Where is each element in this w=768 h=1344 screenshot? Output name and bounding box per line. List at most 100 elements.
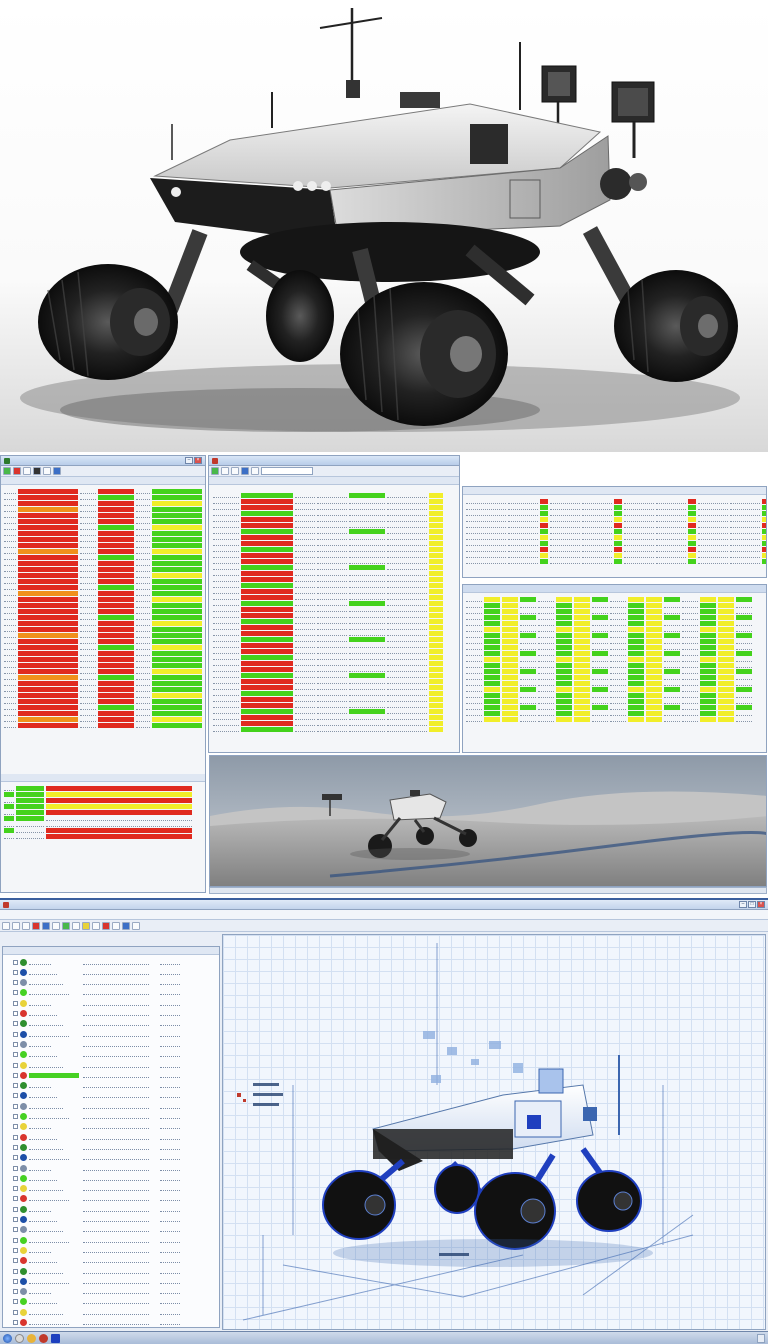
zoom-icon[interactable] bbox=[52, 921, 60, 930]
expand-icon[interactable] bbox=[13, 1175, 18, 1181]
tree-row[interactable] bbox=[3, 1142, 219, 1152]
expand-icon[interactable] bbox=[13, 1041, 18, 1047]
tree-row[interactable] bbox=[3, 1101, 219, 1111]
expand-icon[interactable] bbox=[13, 990, 18, 996]
new-file-icon[interactable] bbox=[2, 921, 10, 930]
tree-row[interactable] bbox=[3, 1266, 219, 1276]
tree-row[interactable] bbox=[3, 978, 219, 988]
save-icon[interactable] bbox=[231, 467, 239, 475]
horizontal-scrollbar[interactable] bbox=[209, 887, 767, 894]
tree-row[interactable] bbox=[3, 1225, 219, 1235]
expand-icon[interactable] bbox=[13, 1247, 18, 1253]
settings-icon[interactable] bbox=[43, 467, 51, 475]
start-icon[interactable] bbox=[3, 1333, 12, 1343]
tree-row[interactable] bbox=[3, 1235, 219, 1245]
expand-icon[interactable] bbox=[13, 1011, 18, 1016]
expand-icon[interactable] bbox=[13, 1320, 18, 1325]
tree-row[interactable] bbox=[3, 1009, 219, 1019]
camera-icon[interactable] bbox=[132, 921, 140, 930]
expand-icon[interactable] bbox=[13, 1114, 18, 1119]
close-icon[interactable]: × bbox=[757, 901, 765, 908]
expand-icon[interactable] bbox=[13, 1278, 18, 1284]
tree-row[interactable] bbox=[3, 1091, 219, 1101]
expand-icon[interactable] bbox=[13, 1083, 18, 1089]
expand-icon[interactable] bbox=[13, 1196, 18, 1202]
expand-icon[interactable] bbox=[13, 1258, 18, 1264]
tree-row[interactable] bbox=[3, 1029, 219, 1039]
expand-icon[interactable] bbox=[13, 959, 18, 965]
expand-icon[interactable] bbox=[13, 1155, 18, 1161]
tree-row[interactable] bbox=[3, 1256, 219, 1266]
desert-simulation-view[interactable] bbox=[209, 755, 767, 887]
record-icon[interactable] bbox=[33, 467, 41, 475]
expand-icon[interactable] bbox=[13, 1031, 18, 1037]
tree-row[interactable] bbox=[3, 1163, 219, 1173]
expand-icon[interactable] bbox=[13, 980, 18, 986]
tree-row[interactable] bbox=[3, 1081, 219, 1091]
expand-icon[interactable] bbox=[13, 1309, 18, 1315]
pan-icon[interactable] bbox=[72, 921, 80, 930]
tree-row[interactable] bbox=[3, 1112, 219, 1122]
tree-row[interactable] bbox=[3, 1245, 219, 1255]
expand-icon[interactable] bbox=[13, 1217, 18, 1222]
tree-row[interactable] bbox=[3, 1204, 219, 1214]
rotate-icon[interactable] bbox=[42, 921, 50, 930]
grid-icon[interactable] bbox=[92, 921, 100, 930]
tree-row[interactable] bbox=[3, 998, 219, 1008]
play-icon[interactable] bbox=[211, 467, 219, 475]
app-icon[interactable] bbox=[39, 1333, 48, 1343]
play-icon[interactable] bbox=[62, 921, 70, 930]
expand-icon[interactable] bbox=[13, 1289, 18, 1295]
cad-3d-viewport[interactable] bbox=[222, 934, 766, 1330]
tree-row[interactable] bbox=[3, 1050, 219, 1060]
tree-row[interactable] bbox=[3, 1184, 219, 1194]
tree-row[interactable] bbox=[3, 1019, 219, 1029]
tree-row[interactable] bbox=[3, 1276, 219, 1286]
view-dropdown[interactable] bbox=[261, 467, 313, 475]
stop-icon[interactable] bbox=[13, 467, 21, 475]
tree-row[interactable] bbox=[3, 1194, 219, 1204]
filter-icon[interactable] bbox=[251, 467, 259, 475]
expand-icon[interactable] bbox=[13, 969, 18, 975]
tree-row[interactable] bbox=[3, 1215, 219, 1225]
close-icon[interactable]: × bbox=[194, 457, 202, 464]
expand-icon[interactable] bbox=[13, 1227, 18, 1233]
tree-row[interactable] bbox=[3, 1132, 219, 1142]
expand-icon[interactable] bbox=[13, 1237, 18, 1243]
folder-icon[interactable] bbox=[12, 921, 20, 930]
expand-icon[interactable] bbox=[13, 1093, 18, 1099]
system-tray-clock[interactable] bbox=[757, 1333, 765, 1343]
browser-icon[interactable] bbox=[15, 1333, 24, 1343]
expand-icon[interactable] bbox=[13, 1206, 18, 1212]
record-icon[interactable] bbox=[32, 921, 40, 930]
expand-icon[interactable] bbox=[13, 1134, 18, 1140]
expand-icon[interactable] bbox=[13, 1268, 18, 1274]
save-icon[interactable] bbox=[22, 921, 30, 930]
tree-row[interactable] bbox=[3, 1307, 219, 1317]
tree-row[interactable] bbox=[3, 988, 219, 998]
tree-row[interactable] bbox=[3, 1173, 219, 1183]
tree-row[interactable] bbox=[3, 1318, 219, 1328]
expand-icon[interactable] bbox=[13, 1144, 18, 1150]
settings-icon[interactable] bbox=[112, 921, 120, 930]
tree-row[interactable] bbox=[3, 1039, 219, 1049]
expand-icon[interactable] bbox=[13, 1021, 18, 1027]
minimize-icon[interactable]: – bbox=[185, 457, 193, 464]
expand-icon[interactable] bbox=[13, 1186, 18, 1192]
expand-icon[interactable] bbox=[13, 1165, 18, 1171]
tree-row[interactable] bbox=[3, 1070, 219, 1080]
expand-icon[interactable] bbox=[13, 1299, 18, 1305]
tree-row[interactable] bbox=[3, 1060, 219, 1070]
play-icon[interactable] bbox=[3, 467, 11, 475]
filter-icon[interactable] bbox=[53, 467, 61, 475]
refresh-icon[interactable] bbox=[241, 467, 249, 475]
app-icon[interactable] bbox=[51, 1333, 60, 1343]
tree-row[interactable] bbox=[3, 1122, 219, 1132]
folder-icon[interactable] bbox=[23, 467, 31, 475]
expand-icon[interactable] bbox=[13, 1124, 18, 1130]
tree-row[interactable] bbox=[3, 967, 219, 977]
minimize-icon[interactable]: – bbox=[739, 901, 747, 908]
maximize-icon[interactable]: □ bbox=[748, 901, 756, 908]
expand-icon[interactable] bbox=[13, 1052, 18, 1058]
expand-icon[interactable] bbox=[13, 1000, 18, 1006]
